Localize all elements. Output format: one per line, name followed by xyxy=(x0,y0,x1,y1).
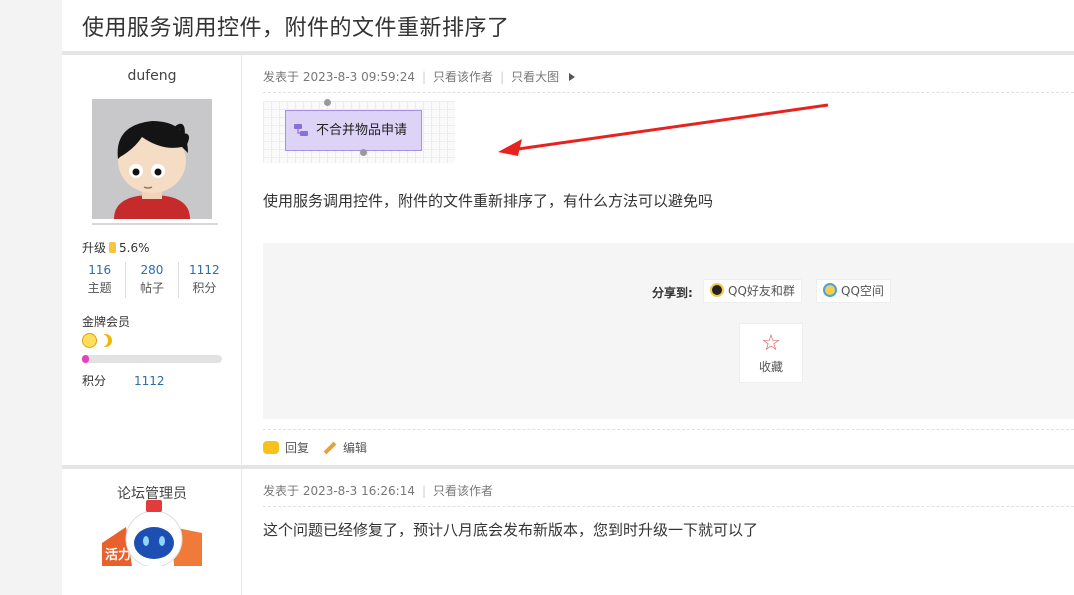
favorite-button[interactable]: ☆ 收藏 xyxy=(739,323,803,383)
points-label: 积分 xyxy=(82,374,107,388)
qq-penguin-icon xyxy=(710,283,724,297)
stat-topics-label: 主题 xyxy=(87,281,112,295)
author-name[interactable]: dufeng xyxy=(62,68,242,84)
only-author-link[interactable]: 只看该作者 xyxy=(433,484,493,498)
reply-button[interactable]: 回复 xyxy=(263,441,309,455)
stat-points-label: 积分 xyxy=(192,281,217,295)
share-qzone-label: QQ空间 xyxy=(841,284,884,298)
medals xyxy=(82,333,113,351)
post-2-user-column: 论坛管理员 活力 xyxy=(62,469,242,595)
meta-separator: | xyxy=(422,484,427,498)
upgrade-progress: 升级 5.6% xyxy=(82,239,150,256)
left-gutter xyxy=(0,0,62,595)
level-progress-fill xyxy=(82,355,89,363)
favorite-label: 收藏 xyxy=(758,360,783,374)
upgrade-percent: 5.6% xyxy=(119,241,150,255)
stat-posts[interactable]: 280 帖子 xyxy=(126,262,179,298)
qzone-star-icon xyxy=(823,283,837,297)
annotation-arrow xyxy=(498,103,829,156)
stat-topics-value[interactable]: 116 xyxy=(74,262,125,278)
stat-posts-value[interactable]: 280 xyxy=(126,262,177,278)
upgrade-label: 升级 xyxy=(82,241,107,255)
svg-text:活力: 活力 xyxy=(105,547,131,563)
post-1-content: 发表于 2023-8-3 09:59:24 | 只看该作者 | 只看大图 不合并物品申请… xyxy=(243,55,1074,465)
post-body: 使用服务调用控件，附件的文件重新排序了，有什么方法可以避免吗 xyxy=(263,192,714,210)
author-points: 积分 1112 xyxy=(82,372,165,389)
post-time: 发表于 2023-8-3 16:26:14 xyxy=(263,484,415,498)
share-qq-friends-button[interactable]: QQ好友和群 xyxy=(703,279,802,303)
level-progress-bar xyxy=(82,355,222,363)
meta-divider xyxy=(263,506,1074,507)
reply-icon xyxy=(263,441,279,454)
avatar[interactable] xyxy=(92,99,212,219)
share-qzone-button[interactable]: QQ空间 xyxy=(816,279,891,303)
admin-avatar[interactable]: 活力 xyxy=(102,493,202,566)
avatar-underline xyxy=(92,223,218,225)
actions-divider xyxy=(263,429,1074,430)
stat-posts-label: 帖子 xyxy=(139,281,164,295)
pencil-icon xyxy=(323,441,337,455)
post-1-user-column: dufeng 升级 5.6% 116 主题 280 帖子 1112 积分 金牌会… xyxy=(62,55,242,465)
moon-medal-icon[interactable] xyxy=(98,333,113,348)
reply-label: 回复 xyxy=(285,441,310,455)
thread-title: 使用服务调用控件，附件的文件重新排序了 xyxy=(82,16,510,41)
post-actions: 回复 编辑 xyxy=(263,439,367,456)
avatar-cartoon-boy xyxy=(92,99,212,219)
share-panel: 分享到: QQ好友和群 QQ空间 ☆ 收藏 xyxy=(263,243,1074,419)
points-value: 1112 xyxy=(134,374,165,388)
share-label: 分享到: xyxy=(652,286,693,300)
stat-points-value[interactable]: 1112 xyxy=(179,262,230,278)
edit-label: 编辑 xyxy=(343,441,368,455)
share-qq-friends-label: QQ好友和群 xyxy=(728,284,795,298)
author-stats: 116 主题 280 帖子 1112 积分 xyxy=(74,262,230,298)
member-level[interactable]: 金牌会员 xyxy=(82,313,130,330)
stat-points[interactable]: 1112 积分 xyxy=(179,262,230,298)
star-icon: ☆ xyxy=(761,331,781,356)
post-body: 这个问题已经修复了，预计八月底会发布新版本，您到时升级一下就可以了 xyxy=(263,521,759,539)
robot-mascot-icon: 活力 xyxy=(102,500,202,566)
post-2-content: 发表于 2023-8-3 16:26:14 | 只看该作者 这个问题已经修复了，预计… xyxy=(243,469,1074,595)
smiley-medal-icon[interactable] xyxy=(82,333,97,348)
edit-button[interactable]: 编辑 xyxy=(309,441,367,455)
post-meta: 发表于 2023-8-3 16:26:14 | 只看该作者 xyxy=(263,482,493,499)
stat-topics[interactable]: 116 主题 xyxy=(74,262,127,298)
upgrade-badge-icon xyxy=(109,242,117,253)
